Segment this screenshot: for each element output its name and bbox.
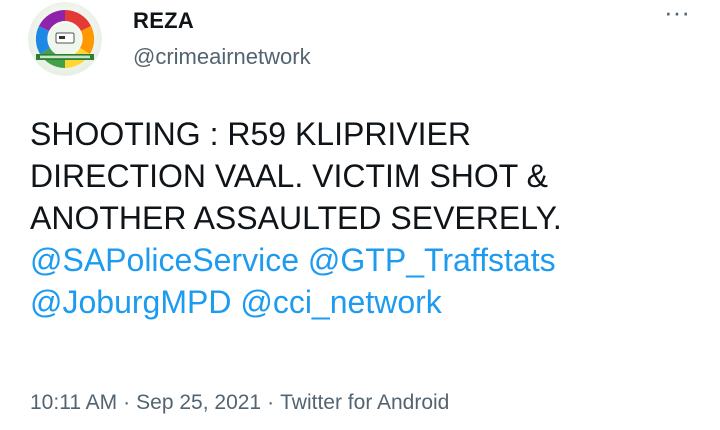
tweet-text-segment xyxy=(231,284,240,320)
tweet-line: DIRECTION VAAL. VICTIM SHOT & xyxy=(30,155,710,197)
tweet-text-segment: DIRECTION VAAL. VICTIM SHOT & xyxy=(30,158,548,194)
tweet-line: SHOOTING : R59 KLIPRIVIER xyxy=(30,113,710,155)
avatar[interactable] xyxy=(28,2,102,76)
display-name[interactable]: REZA xyxy=(133,8,194,34)
tweet-meta: 10:11 AM · Sep 25, 2021 · Twitter for Androi… xyxy=(30,391,449,415)
tweet-text: SHOOTING : R59 KLIPRIVIER DIRECTION VAAL.… xyxy=(30,113,710,323)
mention-link[interactable]: @GTP_Traffstats xyxy=(308,242,556,278)
tweet-line: @SAPoliceService @GTP_Traffstats xyxy=(30,239,710,281)
meta-separator: · xyxy=(123,391,131,414)
tweet-line: ANOTHER ASSAULTED SEVERELY. xyxy=(30,197,710,239)
tweet-time[interactable]: 10:11 AM xyxy=(30,391,117,414)
mention-link[interactable]: @JoburgMPD xyxy=(30,284,231,320)
tweet-text-segment: ANOTHER ASSAULTED SEVERELY. xyxy=(30,200,562,236)
crime-air-network-logo-icon xyxy=(28,2,102,76)
tweet-source[interactable]: Twitter for Android xyxy=(280,391,449,414)
tweet-text-segment: SHOOTING : R59 KLIPRIVIER xyxy=(30,116,471,152)
mention-link[interactable]: @SAPoliceService xyxy=(30,242,299,278)
tweet-date[interactable]: Sep 25, 2021 xyxy=(136,391,261,414)
user-handle[interactable]: @crimeairnetwork xyxy=(133,44,311,70)
tweet-line: @JoburgMPD @cci_network xyxy=(30,281,710,323)
more-options-icon[interactable]: ··· xyxy=(662,0,692,32)
tweet-text-segment xyxy=(299,242,308,278)
mention-link[interactable]: @cci_network xyxy=(240,284,441,320)
meta-separator: · xyxy=(267,391,275,414)
